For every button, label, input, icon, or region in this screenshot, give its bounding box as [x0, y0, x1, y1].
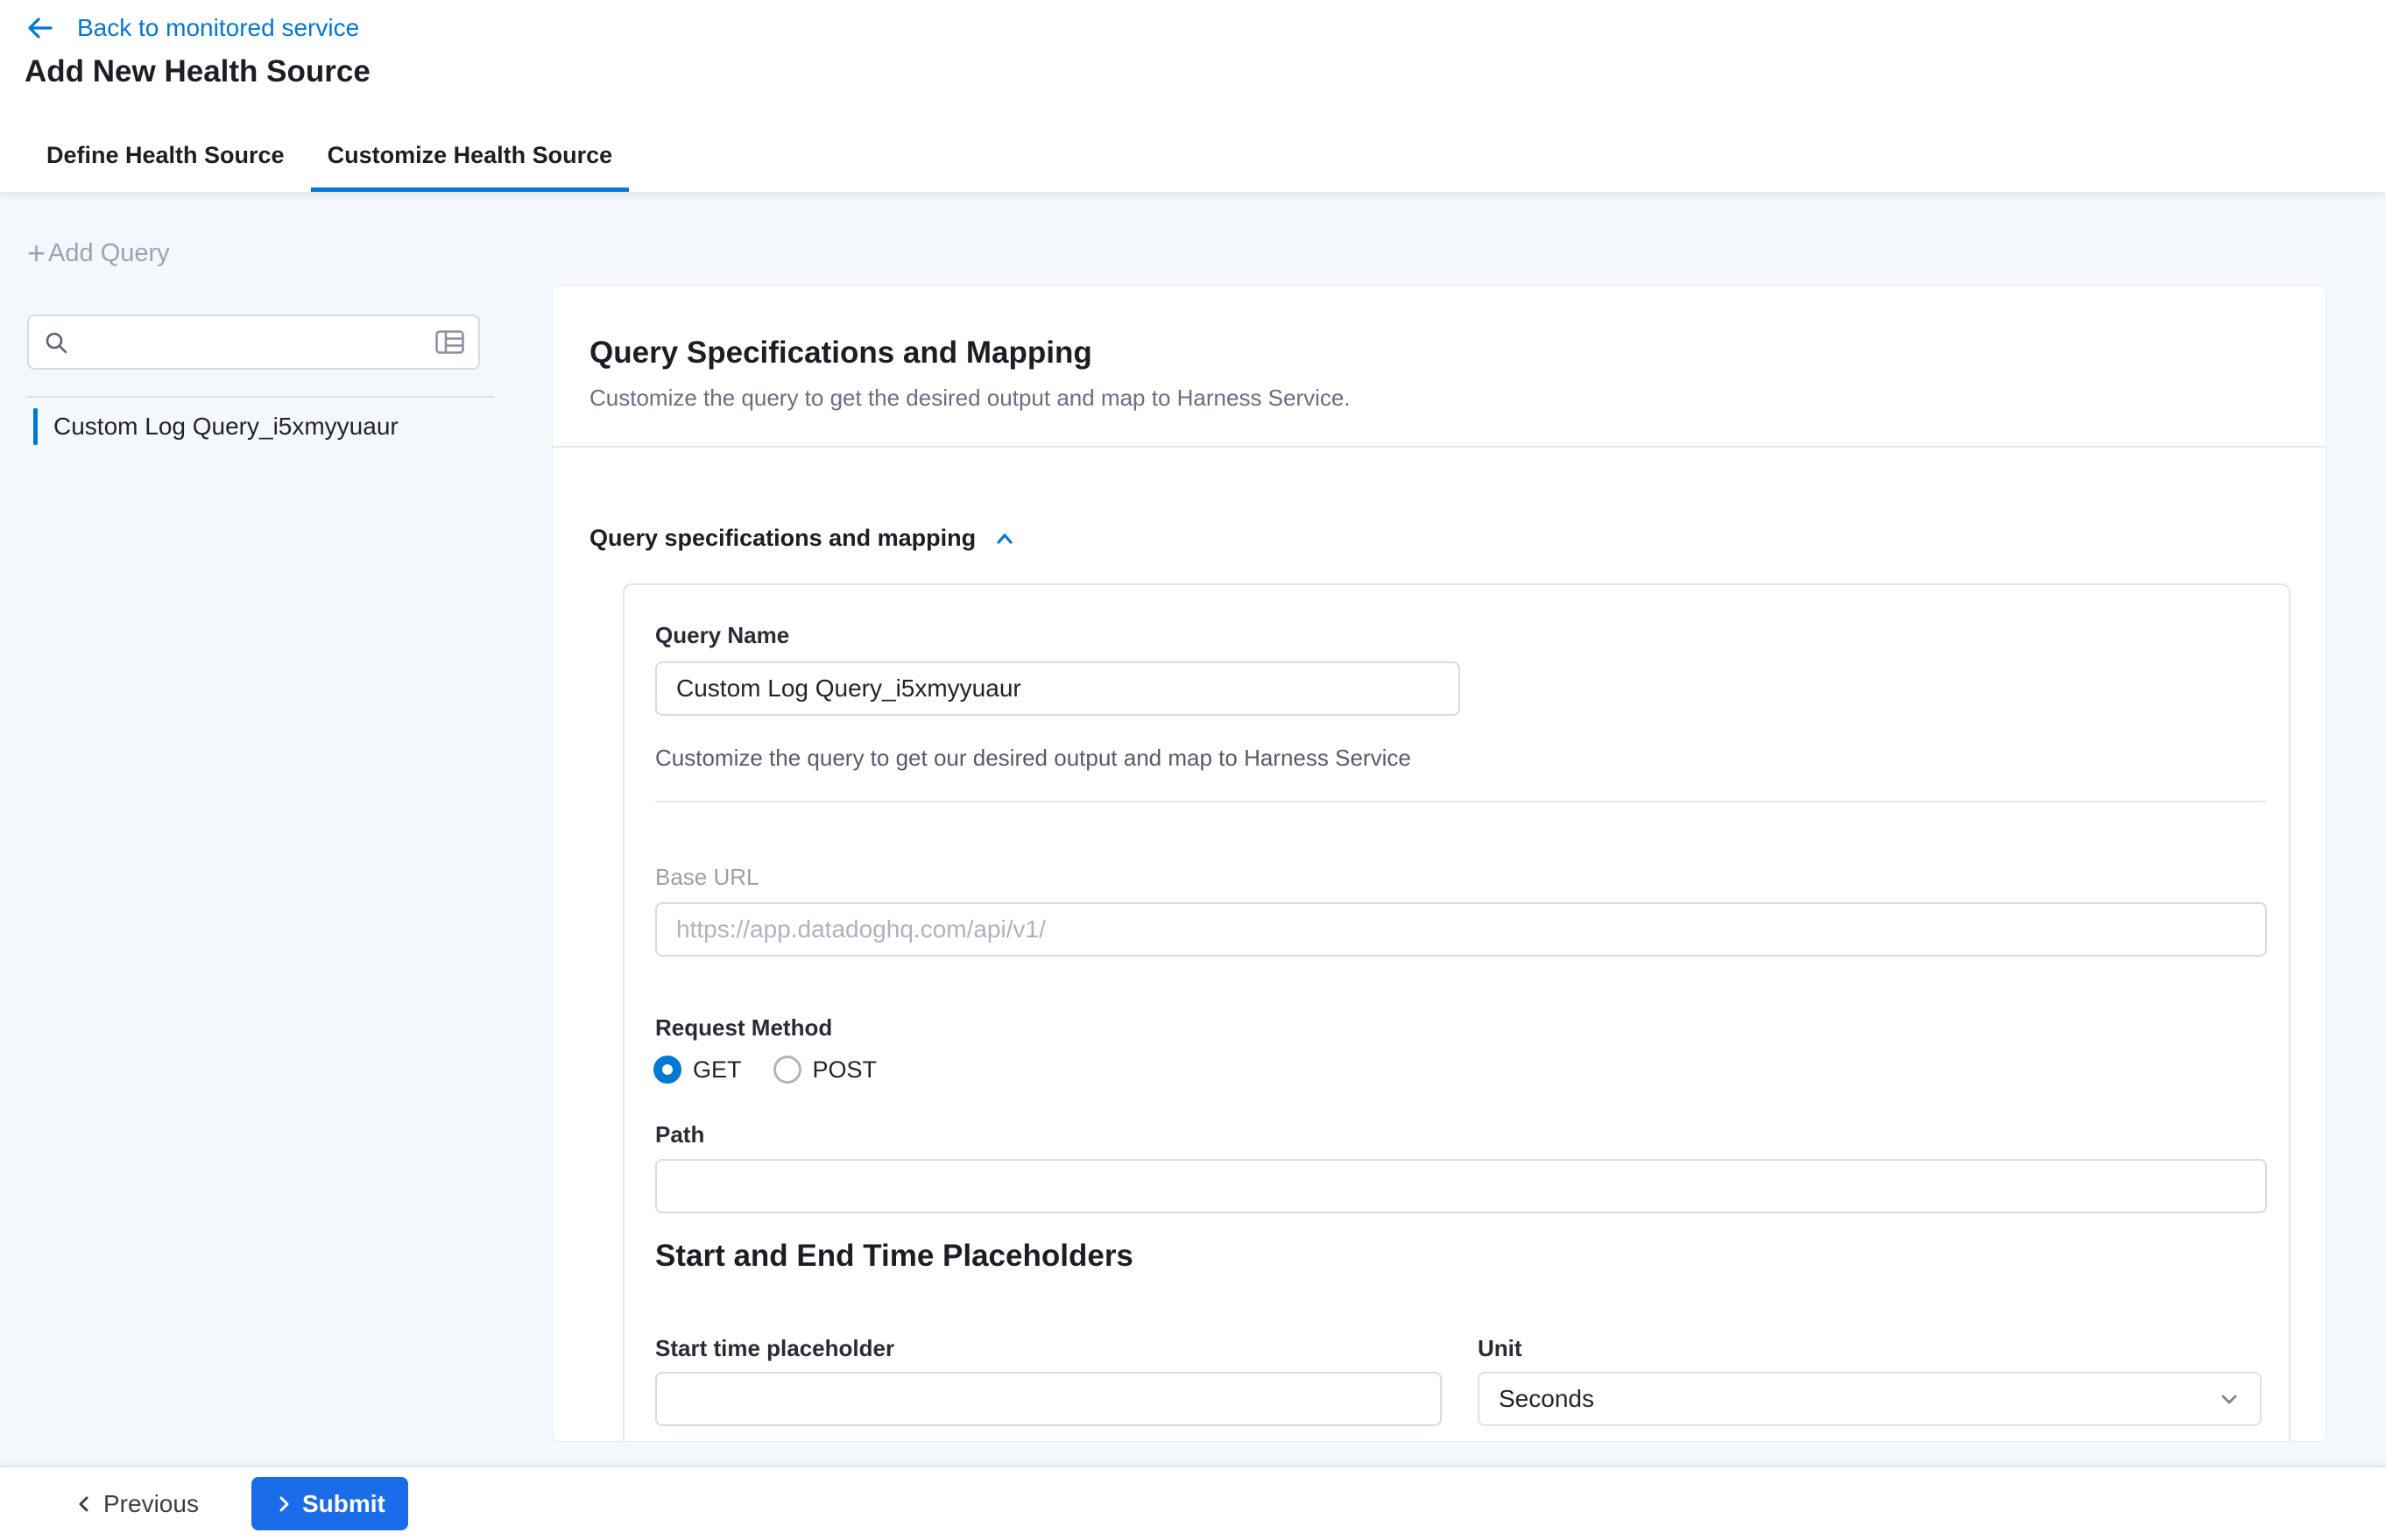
footer-bar: Previous Submit	[0, 1466, 2386, 1540]
query-list-item[interactable]: Custom Log Query_i5xmyyuaur	[33, 405, 399, 449]
query-search-box	[27, 314, 480, 370]
panel-title: Query Specifications and Mapping	[589, 336, 1092, 371]
start-time-field-label: Start time placeholder	[655, 1335, 894, 1362]
placeholders-heading: Start and End Time Placeholders	[655, 1239, 1133, 1274]
search-icon	[43, 329, 69, 356]
back-arrow-icon	[25, 12, 56, 44]
tab-bar: Define Health Source Customize Health So…	[46, 142, 612, 192]
page-title: Add New Health Source	[25, 54, 371, 89]
search-input[interactable]	[80, 328, 425, 356]
query-item-label: Custom Log Query_i5xmyyuaur	[53, 413, 399, 441]
radio-get[interactable]	[653, 1056, 681, 1084]
path-field-label: Path	[655, 1121, 704, 1148]
chevron-right-icon	[274, 1494, 293, 1514]
chevron-left-icon	[74, 1494, 95, 1515]
previous-button-label: Previous	[103, 1490, 199, 1518]
query-name-field-label: Query Name	[655, 622, 789, 649]
submit-button-label: Submit	[302, 1490, 385, 1518]
unit-field-label: Unit	[1478, 1335, 1522, 1362]
request-method-label: Request Method	[655, 1014, 832, 1042]
page-header: Back to monitored service Add New Health…	[0, 0, 2386, 192]
path-input[interactable]	[655, 1159, 2267, 1213]
base-url-input[interactable]	[655, 902, 2267, 957]
tab-customize-health-source[interactable]: Customize Health Source	[311, 142, 630, 192]
query-mapping-panel: Query Specifications and Mapping Customi…	[552, 286, 2326, 1442]
start-time-input[interactable]	[655, 1372, 1442, 1426]
request-method-radio-group: GET POST	[653, 1056, 877, 1084]
panel-header: Query Specifications and Mapping Customi…	[553, 286, 2326, 448]
chevron-up-icon[interactable]	[992, 526, 1018, 552]
unit-select-value: Seconds	[1499, 1385, 1594, 1413]
selected-indicator	[33, 408, 38, 445]
query-name-input[interactable]	[655, 661, 1460, 716]
previous-button[interactable]: Previous	[74, 1490, 199, 1518]
radio-get-label: GET	[693, 1056, 742, 1084]
add-query-button[interactable]: + Add Query	[27, 237, 170, 269]
plus-icon: +	[27, 237, 46, 269]
back-link[interactable]: Back to monitored service	[25, 12, 359, 44]
list-toggle-icon[interactable]	[435, 330, 464, 354]
submit-button[interactable]: Submit	[251, 1477, 408, 1530]
radio-post[interactable]	[773, 1056, 801, 1084]
add-health-source-page: Back to monitored service Add New Health…	[0, 0, 2386, 1540]
query-form: Query Name Customize the query to get ou…	[623, 583, 2291, 1442]
add-query-label: Add Query	[48, 239, 170, 268]
section-collapse-toggle[interactable]: Query specifications and mapping	[589, 525, 1018, 552]
base-url-field-label: Base URL	[655, 864, 759, 891]
query-name-helper-text: Customize the query to get our desired o…	[655, 745, 1411, 772]
form-divider	[655, 801, 2267, 802]
tab-define-health-source[interactable]: Define Health Source	[46, 142, 285, 192]
unit-select[interactable]: Seconds	[1478, 1372, 2262, 1426]
chevron-down-icon	[2218, 1388, 2241, 1410]
content-area: + Add Query Custom Log Query_i5xmyyuaur	[0, 192, 2386, 1466]
panel-subtitle: Customize the query to get the desired o…	[589, 385, 1351, 412]
radio-post-label: POST	[813, 1056, 878, 1084]
back-link-label: Back to monitored service	[77, 14, 359, 42]
section-title: Query specifications and mapping	[589, 525, 976, 552]
sidebar-divider	[27, 396, 494, 398]
